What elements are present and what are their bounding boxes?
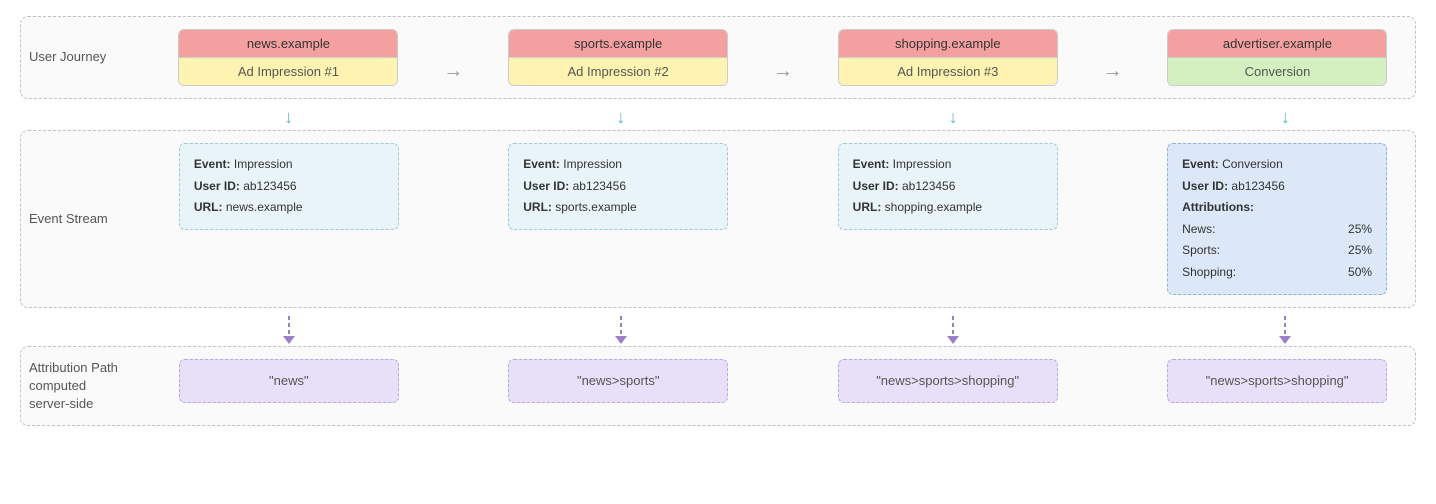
event-line-3-2: User ID: ab123456 bbox=[853, 176, 1043, 198]
journey-item-4: advertiser.example Conversion bbox=[1167, 29, 1387, 86]
domain-3: shopping.example bbox=[839, 30, 1057, 58]
dashed-arrows-row bbox=[20, 316, 1416, 344]
user-journey-content: news.example Ad Impression #1 → sports.e… bbox=[159, 29, 1407, 86]
event-box-1: Event: Impression User ID: ab123456 URL:… bbox=[179, 143, 399, 230]
attribution-item-3: "news>sports>shopping" bbox=[838, 359, 1058, 403]
dashed-arrow-2 bbox=[511, 316, 731, 344]
event-label-2: Ad Impression #2 bbox=[509, 58, 727, 85]
journey-item-1: news.example Ad Impression #1 bbox=[178, 29, 398, 86]
event-line-1-3: URL: news.example bbox=[194, 197, 384, 219]
event-line-3-3: URL: shopping.example bbox=[853, 197, 1043, 219]
event-stream-content: Event: Impression User ID: ab123456 URL:… bbox=[159, 143, 1407, 295]
event-label-1: Ad Impression #1 bbox=[179, 58, 397, 85]
arrow-2: → bbox=[767, 60, 799, 83]
journey-box-4: advertiser.example Conversion bbox=[1167, 29, 1387, 86]
event-line-4-3: Attributions: bbox=[1182, 197, 1372, 219]
attribution-path-label: Attribution Path computed server-side bbox=[29, 359, 159, 414]
attr-sports-label: Sports: bbox=[1182, 240, 1220, 262]
dashed-arrow-1 bbox=[179, 316, 399, 344]
event-line-4-2: User ID: ab123456 bbox=[1182, 176, 1372, 198]
attr-row-shopping: Shopping: 50% bbox=[1182, 262, 1372, 284]
journey-box-1: news.example Ad Impression #1 bbox=[178, 29, 398, 86]
attribution-item-1: "news" bbox=[179, 359, 399, 403]
event-box-2: Event: Impression User ID: ab123456 URL:… bbox=[508, 143, 728, 230]
event-line-2-2: User ID: ab123456 bbox=[523, 176, 713, 198]
attr-news-value: 25% bbox=[1348, 219, 1372, 241]
path-box-1: "news" bbox=[179, 359, 399, 403]
event-stream-item-1: Event: Impression User ID: ab123456 URL:… bbox=[179, 143, 399, 230]
domain-2: sports.example bbox=[509, 30, 727, 58]
down-arrow-3: ↓ bbox=[843, 107, 1063, 128]
attr-row-sports: Sports: 25% bbox=[1182, 240, 1372, 262]
domain-4: advertiser.example bbox=[1168, 30, 1386, 58]
attribution-item-2: "news>sports" bbox=[508, 359, 728, 403]
event-stream-row: Event Stream Event: Impression User ID: … bbox=[20, 130, 1416, 308]
journey-item-2: sports.example Ad Impression #2 bbox=[508, 29, 728, 86]
event-stream-item-2: Event: Impression User ID: ab123456 URL:… bbox=[508, 143, 728, 230]
event-label-3: Ad Impression #3 bbox=[839, 58, 1057, 85]
path-box-3: "news>sports>shopping" bbox=[838, 359, 1058, 403]
event-label-4: Conversion bbox=[1168, 58, 1386, 85]
event-line-4-1: Event: Conversion bbox=[1182, 154, 1372, 176]
arrow-3: → bbox=[1097, 60, 1129, 83]
event-box-3: Event: Impression User ID: ab123456 URL:… bbox=[838, 143, 1058, 230]
attr-shopping-label: Shopping: bbox=[1182, 262, 1236, 284]
event-line-3-1: Event: Impression bbox=[853, 154, 1043, 176]
attr-row-news: News: 25% bbox=[1182, 219, 1372, 241]
event-line-2-3: URL: sports.example bbox=[523, 197, 713, 219]
path-box-4: "news>sports>shopping" bbox=[1167, 359, 1387, 403]
dashed-arrow-4 bbox=[1175, 316, 1395, 344]
user-journey-row: User Journey news.example Ad Impression … bbox=[20, 16, 1416, 99]
attribution-path-content: "news" "news>sports" "news>sports>shoppi… bbox=[159, 359, 1407, 414]
event-line-1-2: User ID: ab123456 bbox=[194, 176, 384, 198]
down-arrow-1: ↓ bbox=[179, 107, 399, 128]
path-box-2: "news>sports" bbox=[508, 359, 728, 403]
event-stream-item-4: Event: Conversion User ID: ab123456 Attr… bbox=[1167, 143, 1387, 295]
attr-news-label: News: bbox=[1182, 219, 1215, 241]
attribution-item-4: "news>sports>shopping" bbox=[1167, 359, 1387, 403]
event-box-4: Event: Conversion User ID: ab123456 Attr… bbox=[1167, 143, 1387, 295]
arrow-1: → bbox=[437, 60, 469, 83]
event-line-1-1: Event: Impression bbox=[194, 154, 384, 176]
journey-box-2: sports.example Ad Impression #2 bbox=[508, 29, 728, 86]
domain-1: news.example bbox=[179, 30, 397, 58]
down-arrow-2: ↓ bbox=[511, 107, 731, 128]
down-arrow-4: ↓ bbox=[1175, 107, 1395, 128]
dashed-arrow-3 bbox=[843, 316, 1063, 344]
journey-box-3: shopping.example Ad Impression #3 bbox=[838, 29, 1058, 86]
diagram-container: User Journey news.example Ad Impression … bbox=[0, 0, 1436, 450]
event-stream-item-3: Event: Impression User ID: ab123456 URL:… bbox=[838, 143, 1058, 230]
journey-item-3: shopping.example Ad Impression #3 bbox=[838, 29, 1058, 86]
down-arrows-1: ↓ ↓ ↓ ↓ bbox=[20, 107, 1416, 128]
attr-shopping-value: 50% bbox=[1348, 262, 1372, 284]
attribution-path-row: Attribution Path computed server-side "n… bbox=[20, 346, 1416, 427]
attr-sports-value: 25% bbox=[1348, 240, 1372, 262]
attribution-table: News: 25% Sports: 25% Shopping: 50% bbox=[1182, 219, 1372, 284]
event-line-2-1: Event: Impression bbox=[523, 154, 713, 176]
user-journey-label: User Journey bbox=[29, 29, 159, 86]
event-stream-label: Event Stream bbox=[29, 143, 159, 295]
